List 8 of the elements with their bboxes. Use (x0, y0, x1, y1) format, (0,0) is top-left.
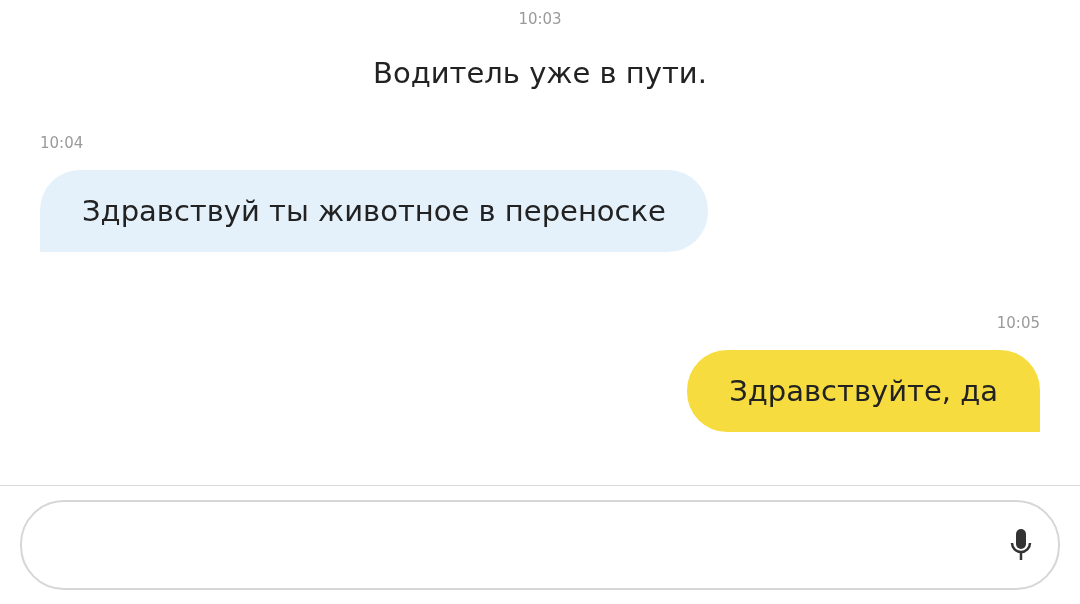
status-message: Водитель уже в пути. (373, 56, 707, 90)
microphone-icon[interactable] (1010, 528, 1032, 562)
message-time: 10:03 (518, 10, 562, 28)
message-time: 10:05 (996, 314, 1040, 332)
message-time: 10:04 (40, 134, 84, 152)
message-input[interactable] (20, 500, 1060, 590)
message-bubble: Здравствуй ты животное в переноске (40, 170, 708, 252)
message-bubble: Здравствуйте, да (687, 350, 1040, 432)
